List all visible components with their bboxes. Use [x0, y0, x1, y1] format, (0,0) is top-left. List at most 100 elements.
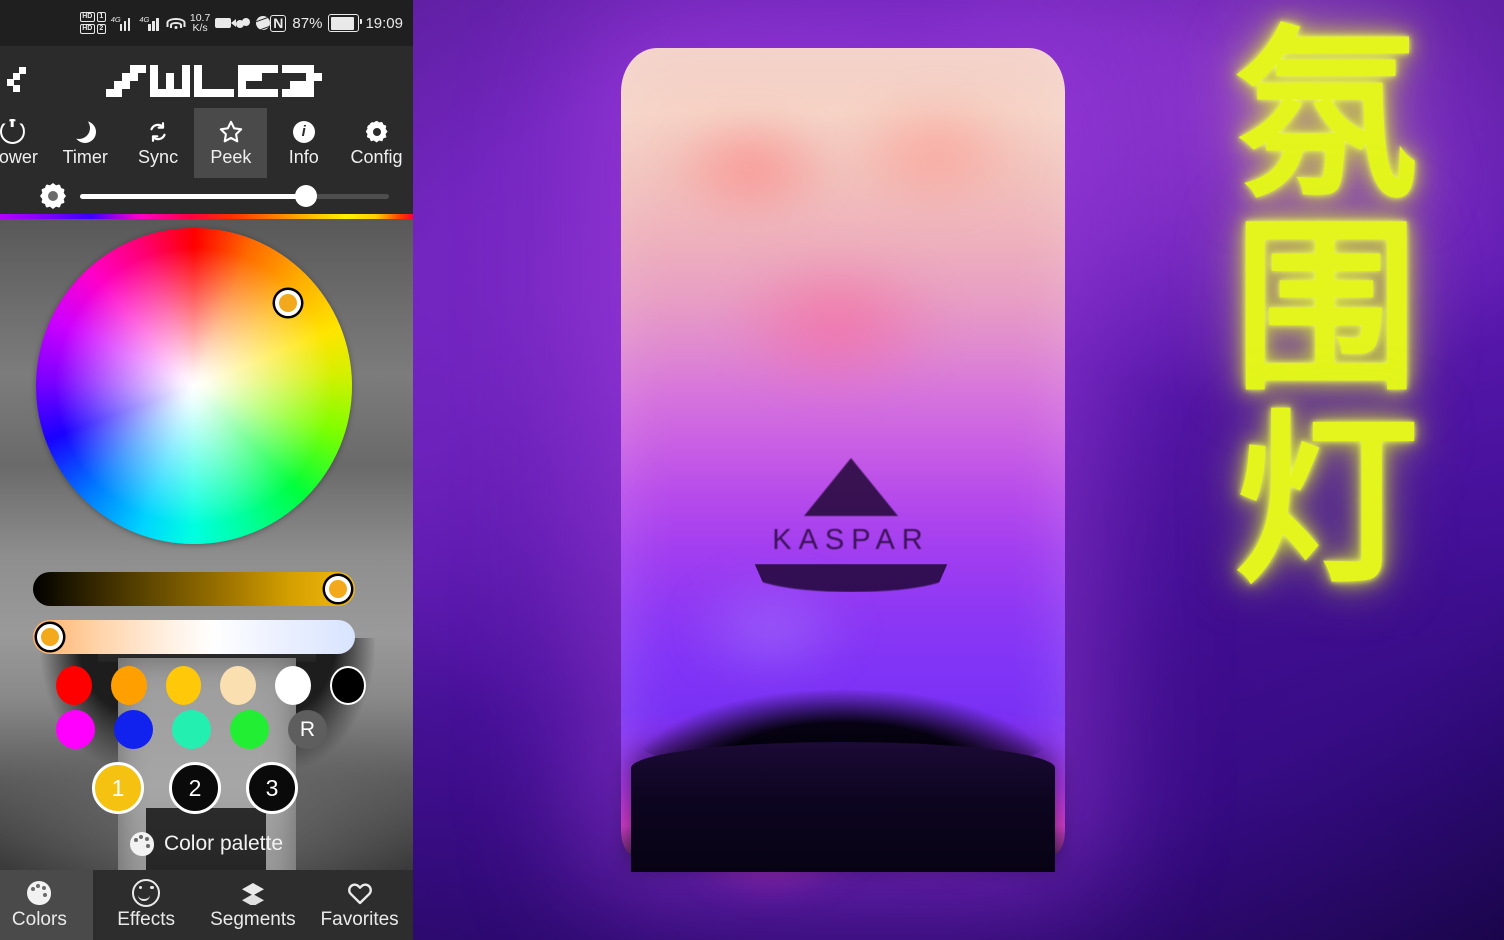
moon-icon: [68, 116, 97, 145]
color-wheel[interactable]: [36, 228, 352, 544]
toolbar-label: Power: [0, 146, 38, 167]
brightness-thumb[interactable]: [294, 185, 317, 207]
toolbar-item-peek[interactable]: Peek: [194, 108, 268, 178]
status-bar: HD 1 HD 2 4G 4G 10.7 K/s N 87% 19:09: [0, 0, 413, 46]
wled-logo: [106, 57, 322, 97]
swatch-black[interactable]: [329, 666, 367, 705]
top-toolbar: Power Timer Sync Peek i Info: [0, 108, 413, 178]
heart-icon: [347, 880, 373, 906]
brightness-slider[interactable]: [80, 185, 389, 207]
hd-badge: HD: [79, 12, 95, 22]
white-balance-slider[interactable]: [33, 620, 355, 654]
white-balance-thumb[interactable]: [37, 624, 63, 650]
toolbar-label: Timer: [62, 146, 108, 167]
kaspar-logo: KASPAR: [726, 458, 976, 592]
value-slider-thumb[interactable]: [325, 576, 351, 602]
toolbar-item-config[interactable]: Config: [340, 108, 413, 178]
hd-badge: HD: [79, 24, 95, 34]
lamp-glow-spot: [721, 248, 951, 398]
toolbar-item-info[interactable]: i Info: [267, 108, 340, 178]
kaspar-wordmark: KASPAR: [772, 524, 930, 556]
toolbar-item-power[interactable]: Power: [0, 108, 49, 178]
color-slot-2[interactable]: 2: [169, 762, 221, 814]
lamp-base: [631, 742, 1055, 872]
clock: 19:09: [365, 14, 403, 32]
title-bar: [0, 46, 413, 108]
nav-item-colors[interactable]: Colors: [0, 870, 93, 940]
swatch-random-button[interactable]: R: [288, 710, 327, 749]
caption-char: 围: [1233, 200, 1419, 417]
status-bar-right: N 87% 19:09: [270, 14, 413, 32]
globe-icon: [256, 16, 271, 30]
brightness-row: [0, 178, 413, 214]
swatch-red[interactable]: [56, 666, 92, 705]
nav-item-segments[interactable]: Segments: [200, 870, 307, 940]
kaspar-bar-shape: [754, 564, 948, 592]
swatch-blue[interactable]: [114, 710, 153, 749]
toolbar-item-sync[interactable]: Sync: [122, 108, 195, 178]
palette-icon: [27, 880, 52, 906]
triangle-icon: [804, 458, 898, 516]
nfc-icon: N: [270, 14, 287, 32]
palette-icon: [129, 832, 154, 856]
toolbar-item-timer[interactable]: Timer: [49, 108, 122, 178]
screenshot-root: KASPAR 氛 围 灯 HD 1 HD 2 4G 4G 10.7 K/s N …: [0, 0, 1504, 940]
status-bar-icons: HD 1 HD 2 4G 4G 10.7 K/s: [79, 12, 271, 34]
logo-letter-d2: [282, 65, 322, 97]
bubbles-icon: [236, 17, 251, 29]
swatch-spring-green[interactable]: [172, 710, 211, 749]
toolbar-label: Config: [350, 146, 403, 167]
battery-icon: [328, 14, 363, 32]
lamp-glow-spot: [841, 88, 1031, 218]
logo-letter-w: [106, 65, 146, 97]
logo-letter-l: [150, 65, 190, 97]
color-palette-link[interactable]: Color palette: [0, 832, 413, 856]
swatch-green[interactable]: [230, 710, 269, 749]
value-slider[interactable]: [33, 572, 355, 606]
toolbar-label: Sync: [138, 146, 179, 167]
color-wheel-marker[interactable]: [275, 290, 301, 316]
network-label: 4G: [139, 14, 150, 24]
nav-label: Effects: [117, 908, 175, 930]
color-slot-1[interactable]: 1: [92, 762, 144, 814]
toolbar-label: Info: [288, 146, 319, 167]
nav-item-effects[interactable]: Effects: [93, 870, 200, 940]
swatch-peach[interactable]: [220, 666, 257, 705]
lamp-photo-panel: KASPAR 氛 围 灯: [413, 0, 1504, 940]
quick-color-row-1: [56, 666, 367, 705]
toolbar-label: Peek: [210, 146, 252, 167]
battery-percent: 87%: [292, 14, 323, 32]
overlay-caption: 氛 围 灯: [1176, 8, 1476, 609]
sim-badge: 1: [96, 12, 106, 22]
caption-char: 灯: [1233, 392, 1419, 609]
nav-item-favorites[interactable]: Favorites: [306, 870, 413, 940]
hd-icon: HD 1 HD 2: [79, 12, 106, 34]
swatch-white[interactable]: [275, 666, 311, 705]
color-palette-label: Color palette: [163, 832, 284, 855]
nav-label: Segments: [210, 908, 296, 930]
data-rate: 10.7 K/s: [190, 12, 210, 34]
signal-icon: 4G: [110, 14, 135, 31]
sync-icon: [146, 119, 170, 145]
swatch-magenta[interactable]: [56, 710, 95, 749]
lamp-glow-spot: [661, 108, 841, 228]
back-icon[interactable]: [6, 60, 40, 94]
swatch-orange[interactable]: [110, 666, 147, 705]
color-wheel-disc[interactable]: [36, 228, 352, 544]
brightness-icon: [40, 183, 66, 209]
data-rate-unit: K/s: [192, 22, 208, 34]
network-label: 4G: [110, 14, 121, 24]
nav-label: Favorites: [320, 908, 399, 930]
bottom-navigation: Colors Effects Segments Favorites: [0, 870, 413, 940]
nav-label: Colors: [11, 908, 67, 930]
color-slot-3[interactable]: 3: [246, 762, 298, 814]
sim-badge: 2: [96, 24, 106, 34]
lamp: KASPAR: [613, 40, 1073, 898]
signal-icon: 4G: [139, 14, 163, 31]
layers-icon: [240, 880, 266, 906]
led-preview-strip: [0, 214, 413, 219]
swatch-amber[interactable]: [165, 666, 202, 705]
brightness-fill: [80, 193, 306, 199]
star-icon: [218, 119, 244, 145]
caption-char: 氛: [1233, 8, 1419, 224]
